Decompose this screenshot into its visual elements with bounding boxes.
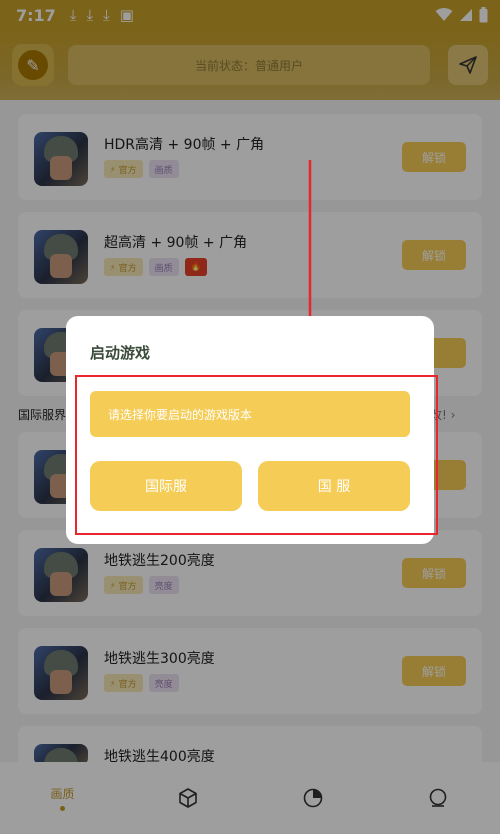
annotation-highlight-box bbox=[75, 375, 438, 535]
dialog-title: 启动游戏 bbox=[90, 344, 151, 362]
